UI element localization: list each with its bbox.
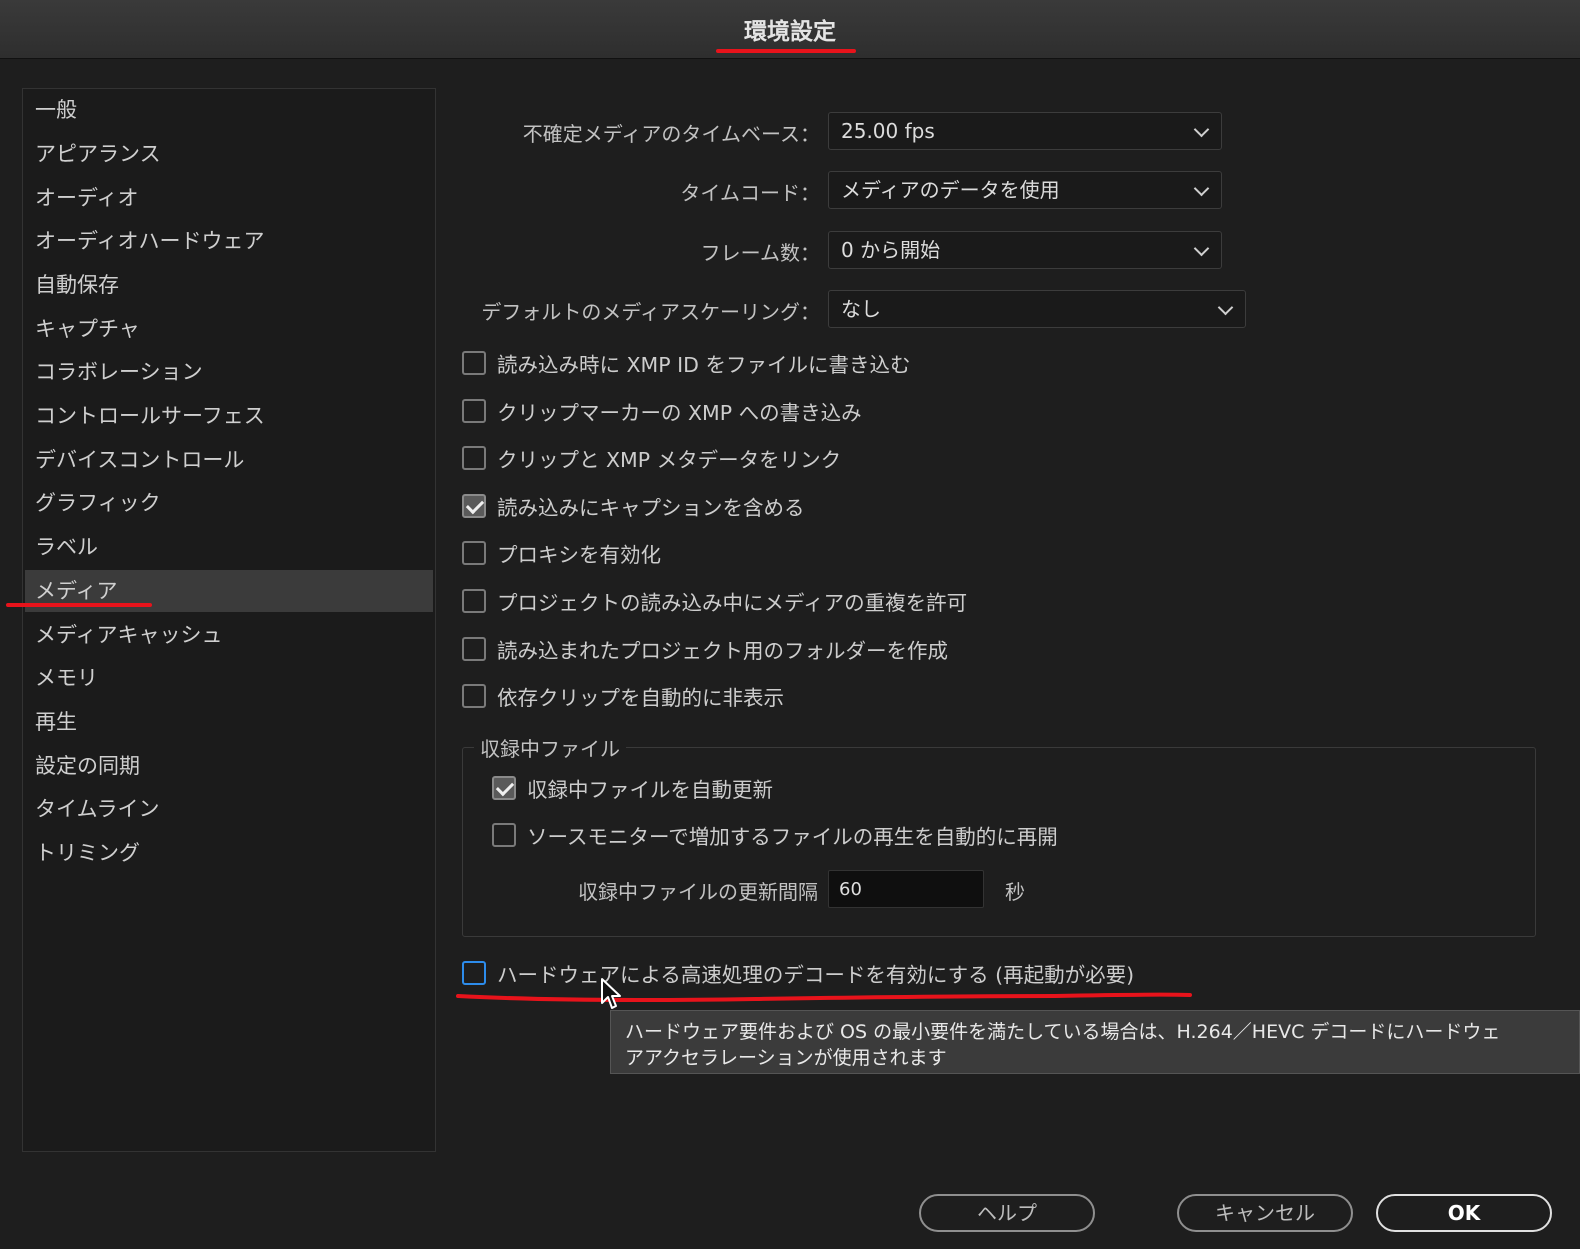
frame-count-label: フレーム数： (700, 241, 820, 265)
sidebar-item-labels[interactable]: ラベル (25, 526, 433, 568)
sidebar-item-graphics[interactable]: グラフィック (25, 482, 433, 524)
window-title: 環境設定 (744, 19, 836, 45)
chevron-down-icon (1217, 299, 1234, 316)
hw-decode-checkbox[interactable] (462, 961, 486, 985)
timecode-label: タイムコード： (680, 181, 820, 205)
refresh-interval-label: 収録中ファイルの更新間隔 (578, 880, 818, 904)
cancel-button[interactable]: キャンセル (1177, 1194, 1353, 1232)
sidebar-item-appearance[interactable]: アピアランス (25, 133, 433, 175)
write-xmp-id-checkbox[interactable] (462, 351, 486, 375)
refresh-interval-input[interactable]: 60 (828, 870, 984, 908)
ok-button[interactable]: OK (1376, 1194, 1552, 1232)
sidebar-item-trim[interactable]: トリミング (25, 832, 433, 874)
chevron-down-icon (1193, 240, 1210, 257)
annotation-underline-title (716, 49, 856, 53)
sidebar-item-media-cache[interactable]: メディアキャッシュ (25, 614, 433, 656)
timebase-label: 不確定メディアのタイムベース： (522, 122, 820, 146)
link-xmp-metadata-checkbox[interactable] (462, 446, 486, 470)
mouse-cursor-icon (601, 978, 621, 1009)
sidebar-item-general[interactable]: 一般 (25, 89, 433, 131)
sidebar-item-device-control[interactable]: デバイスコントロール (25, 439, 433, 481)
enable-proxies-row[interactable]: プロキシを有効化 (462, 536, 661, 570)
link-xmp-metadata-row[interactable]: クリップと XMP メタデータをリンク (462, 441, 841, 475)
media-scaling-select[interactable]: なし (828, 290, 1246, 328)
write-xmp-id-row[interactable]: 読み込み時に XMP ID をファイルに書き込む (462, 346, 910, 380)
create-project-folder-row[interactable]: 読み込まれたプロジェクト用のフォルダーを作成 (462, 632, 948, 666)
clip-marker-xmp-checkbox[interactable] (462, 399, 486, 423)
sidebar-item-sync-settings[interactable]: 設定の同期 (25, 745, 433, 787)
allow-duplicate-media-row[interactable]: プロジェクトの読み込み中にメディアの重複を許可 (462, 584, 967, 618)
sidebar-item-auto-save[interactable]: 自動保存 (25, 264, 433, 306)
timecode-select[interactable]: メディアのデータを使用 (828, 171, 1222, 209)
hw-decode-tooltip: ハードウェア要件および OS の最小要件を満たしている場合は、H.264／HEV… (610, 1010, 1580, 1074)
sidebar-item-timeline[interactable]: タイムライン (25, 788, 433, 830)
annotation-underline-hw-decode (456, 992, 1192, 1002)
resume-playback-row[interactable]: ソースモニターで増加するファイルの再生を自動的に再開 (492, 818, 1058, 852)
auto-refresh-checkbox[interactable] (492, 776, 516, 800)
media-scaling-label: デフォルトのメディアスケーリング： (481, 300, 820, 324)
annotation-underline-media (6, 603, 152, 607)
enable-proxies-checkbox[interactable] (462, 541, 486, 565)
hide-dependent-clips-checkbox[interactable] (462, 684, 486, 708)
sidebar-item-memory[interactable]: メモリ (25, 657, 433, 699)
sidebar-item-audio-hardware[interactable]: オーディオハードウェア (25, 220, 433, 262)
help-button[interactable]: ヘルプ (919, 1194, 1095, 1232)
auto-refresh-row[interactable]: 収録中ファイルを自動更新 (492, 771, 773, 805)
hide-dependent-clips-row[interactable]: 依存クリップを自動的に非表示 (462, 679, 784, 713)
create-project-folder-checkbox[interactable] (462, 637, 486, 661)
chevron-down-icon (1193, 180, 1210, 197)
frame-count-select[interactable]: 0 から開始 (828, 231, 1222, 269)
refresh-interval-unit: 秒 (1005, 880, 1025, 904)
include-captions-checkbox[interactable] (462, 494, 486, 518)
category-list[interactable]: 一般 アピアランス オーディオ オーディオハードウェア 自動保存 キャプチャ コ… (22, 88, 436, 1152)
chevron-down-icon (1193, 121, 1210, 138)
hw-decode-row[interactable]: ハードウェアによる高速処理のデコードを有効にする (再起動が必要) (462, 956, 1134, 990)
timebase-select[interactable]: 25.00 fps (828, 112, 1222, 150)
sidebar-item-control-surface[interactable]: コントロールサーフェス (25, 395, 433, 437)
allow-duplicate-media-checkbox[interactable] (462, 589, 486, 613)
sidebar-item-playback[interactable]: 再生 (25, 701, 433, 743)
clip-marker-xmp-row[interactable]: クリップマーカーの XMP への書き込み (462, 394, 862, 428)
resume-playback-checkbox[interactable] (492, 823, 516, 847)
include-captions-row[interactable]: 読み込みにキャプションを含める (462, 489, 805, 523)
sidebar-item-capture[interactable]: キャプチャ (25, 308, 433, 350)
sidebar-item-collaboration[interactable]: コラボレーション (25, 351, 433, 393)
sidebar-item-audio[interactable]: オーディオ (25, 177, 433, 219)
growing-files-title: 収録中ファイル (474, 733, 626, 762)
